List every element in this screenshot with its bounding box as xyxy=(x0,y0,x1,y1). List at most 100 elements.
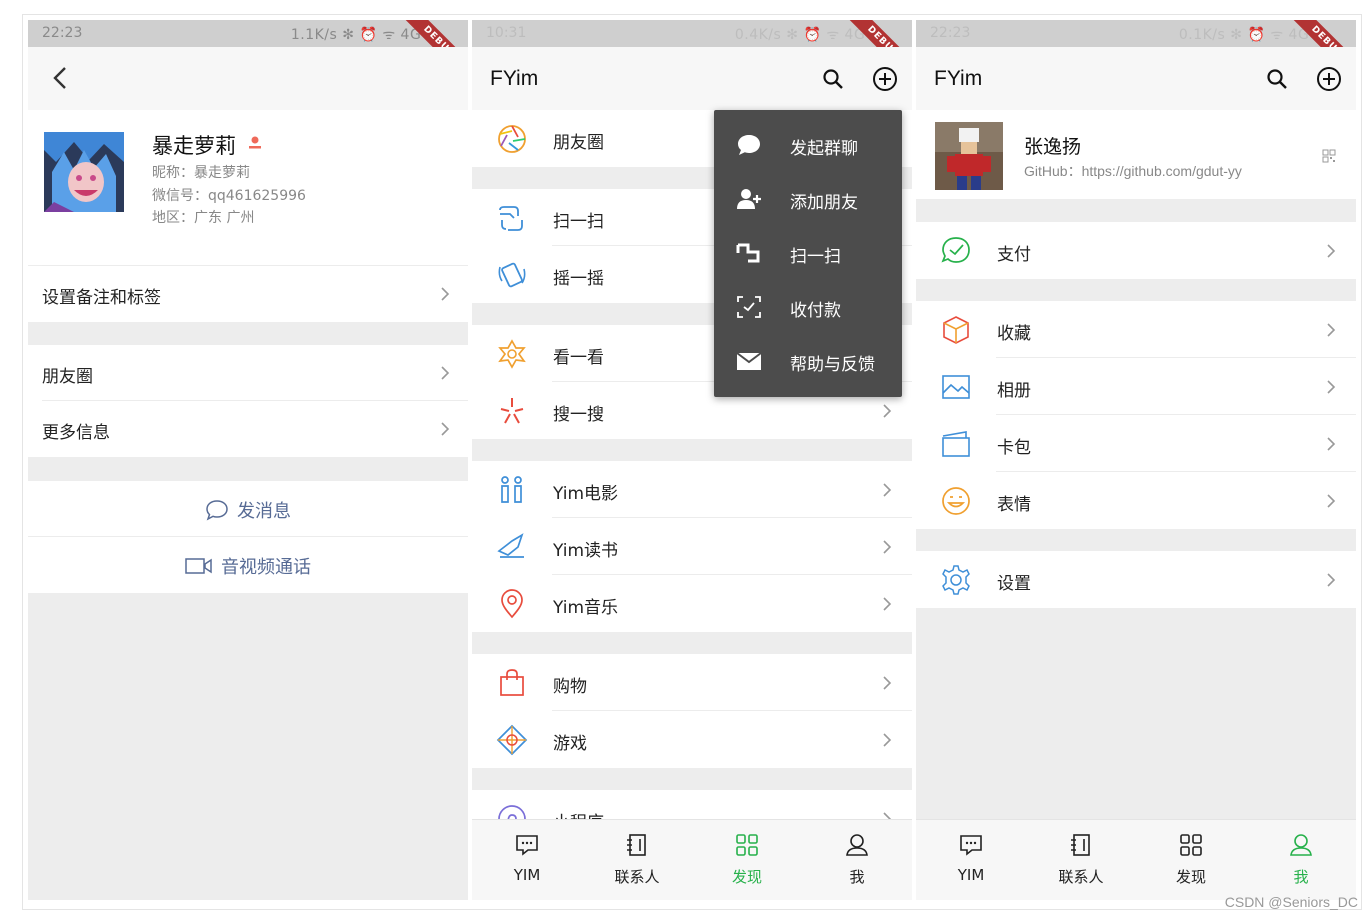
video-call-button[interactable]: 音视频通话 xyxy=(28,537,468,593)
video-call-content: 音视频通话 xyxy=(28,553,468,579)
avatar[interactable] xyxy=(935,122,1003,190)
tab-me[interactable]: 我 xyxy=(1246,832,1356,887)
item-label: 相册 xyxy=(997,381,1031,401)
watermark: CSDN @Seniors_DC xyxy=(1224,894,1358,910)
search-spark-icon xyxy=(500,398,524,424)
mail-icon xyxy=(736,352,762,370)
discover-item-music[interactable]: Yim音乐 xyxy=(472,575,912,632)
phone-contact-profile: 22:23 1.1K/s ✻ ⏰ ᯤ 4G ▭ DEBUG 暴走萝莉 昵称：暴走… xyxy=(28,20,468,900)
look-star-icon xyxy=(498,339,526,369)
menu-item-group-chat[interactable]: 发起群聊 xyxy=(714,118,902,172)
app-bar: FYim xyxy=(916,47,1356,110)
chevron-right-icon xyxy=(883,540,892,554)
item-label: 看一看 xyxy=(553,348,604,368)
video-call-label: 音视频通话 xyxy=(221,557,311,578)
menu-label: 发起群聊 xyxy=(790,139,858,159)
item-label: 支付 xyxy=(997,245,1031,265)
contact-name: 暴走萝莉 xyxy=(152,134,236,158)
item-label: 购物 xyxy=(553,677,587,697)
avatar[interactable] xyxy=(44,132,124,212)
contacts-book-icon xyxy=(627,834,646,856)
shopping-bag-icon xyxy=(500,669,524,696)
chevron-right-icon xyxy=(1327,437,1336,451)
person-icon xyxy=(1290,834,1312,856)
tab-me[interactable]: 我 xyxy=(802,832,912,887)
me-item-album[interactable]: 相册 xyxy=(916,358,1356,415)
tab-label: 我 xyxy=(849,868,865,886)
item-label: 扫一扫 xyxy=(553,212,604,232)
status-time: 22:23 xyxy=(42,25,83,41)
tab-contacts[interactable]: 联系人 xyxy=(582,832,692,887)
row-label: 更多信息 xyxy=(42,423,110,443)
add-popup-menu: 发起群聊 添加朋友 扫一扫 收付款 帮助与反馈 xyxy=(714,110,902,397)
tab-label: 联系人 xyxy=(614,868,660,886)
female-gender-icon xyxy=(249,136,261,149)
scan-icon xyxy=(499,206,523,231)
discover-item-games[interactable]: 游戏 xyxy=(472,711,912,768)
menu-item-payment[interactable]: 收付款 xyxy=(714,280,902,334)
add-circle-icon[interactable] xyxy=(1316,66,1342,92)
search-icon[interactable] xyxy=(1266,68,1288,90)
movie-icon xyxy=(501,476,522,503)
add-circle-icon[interactable] xyxy=(872,66,898,92)
pay-check-icon xyxy=(941,237,970,263)
tab-label: 发现 xyxy=(1175,868,1206,886)
scan-icon xyxy=(736,243,760,263)
contact-nickname: 昵称：暴走萝莉 xyxy=(152,165,250,181)
chevron-right-icon xyxy=(883,483,892,497)
gear-icon xyxy=(942,565,970,595)
item-label: 收藏 xyxy=(997,324,1031,344)
me-item-settings[interactable]: 设置 xyxy=(916,551,1356,608)
menu-item-help[interactable]: 帮助与反馈 xyxy=(714,334,902,388)
tab-discover[interactable]: 发现 xyxy=(1136,832,1246,887)
tab-discover[interactable]: 发现 xyxy=(692,832,802,887)
search-icon[interactable] xyxy=(822,68,844,90)
app-title: FYim xyxy=(490,67,539,90)
row-moments[interactable]: 朋友圈 xyxy=(28,345,468,401)
tab-contacts[interactable]: 联系人 xyxy=(1026,832,1136,887)
tab-chats[interactable]: YIM xyxy=(916,832,1026,884)
album-image-icon xyxy=(942,375,970,399)
qr-code-icon[interactable] xyxy=(1322,149,1336,163)
discover-item-shopping[interactable]: 购物 xyxy=(472,654,912,711)
item-label: 游戏 xyxy=(553,734,587,754)
moments-aperture-icon xyxy=(498,125,526,153)
tab-label: 我 xyxy=(1293,868,1309,886)
discover-item-books[interactable]: Yim读书 xyxy=(472,518,912,575)
menu-item-scan[interactable]: 扫一扫 xyxy=(714,226,902,280)
me-item-cards[interactable]: 卡包 xyxy=(916,415,1356,472)
row-remark-tags[interactable]: 设置备注和标签 xyxy=(28,266,468,322)
back-arrow-icon[interactable] xyxy=(48,65,74,91)
status-bar: 10:31 0.4K/s ✻ ⏰ ᯤ 4G ▭ xyxy=(472,20,912,47)
chevron-right-icon xyxy=(1327,573,1336,587)
item-label: Yim音乐 xyxy=(553,598,619,618)
phone-discover: 10:31 0.4K/s ✻ ⏰ ᯤ 4G ▭ DEBUG FYim 朋友圈 扫… xyxy=(472,20,912,900)
contact-region: 地区：广东 广州 xyxy=(152,210,255,226)
row-more-info[interactable]: 更多信息 xyxy=(28,401,468,457)
chat-bubble-icon xyxy=(206,500,228,521)
me-item-pay[interactable]: 支付 xyxy=(916,222,1356,279)
item-label: 搜一搜 xyxy=(553,405,604,425)
chevron-right-icon xyxy=(883,676,892,690)
chevron-right-icon xyxy=(1327,494,1336,508)
item-label: Yim读书 xyxy=(553,541,619,561)
smiley-icon xyxy=(942,487,970,515)
chevron-right-icon xyxy=(441,422,450,436)
chevron-right-icon xyxy=(441,287,450,301)
menu-item-add-friend[interactable]: 添加朋友 xyxy=(714,172,902,226)
menu-label: 收付款 xyxy=(790,301,841,321)
item-label: Yim电影 xyxy=(553,484,619,504)
me-item-favorites[interactable]: 收藏 xyxy=(916,301,1356,358)
discover-grid-icon xyxy=(736,834,758,856)
chevron-right-icon xyxy=(1327,323,1336,337)
tab-chats[interactable]: YIM xyxy=(472,832,582,884)
send-message-label: 发消息 xyxy=(237,501,291,522)
me-item-stickers[interactable]: 表情 xyxy=(916,472,1356,529)
music-pin-icon xyxy=(501,589,523,619)
discover-item-movie[interactable]: Yim电影 xyxy=(472,461,912,518)
send-message-button[interactable]: 发消息 xyxy=(28,481,468,537)
my-profile-card[interactable]: 张逸扬 GitHub：https://github.com/gdut-yy xyxy=(916,110,1356,199)
menu-label: 添加朋友 xyxy=(790,193,858,213)
tab-label: YIM xyxy=(513,866,541,884)
item-label: 表情 xyxy=(997,495,1031,515)
